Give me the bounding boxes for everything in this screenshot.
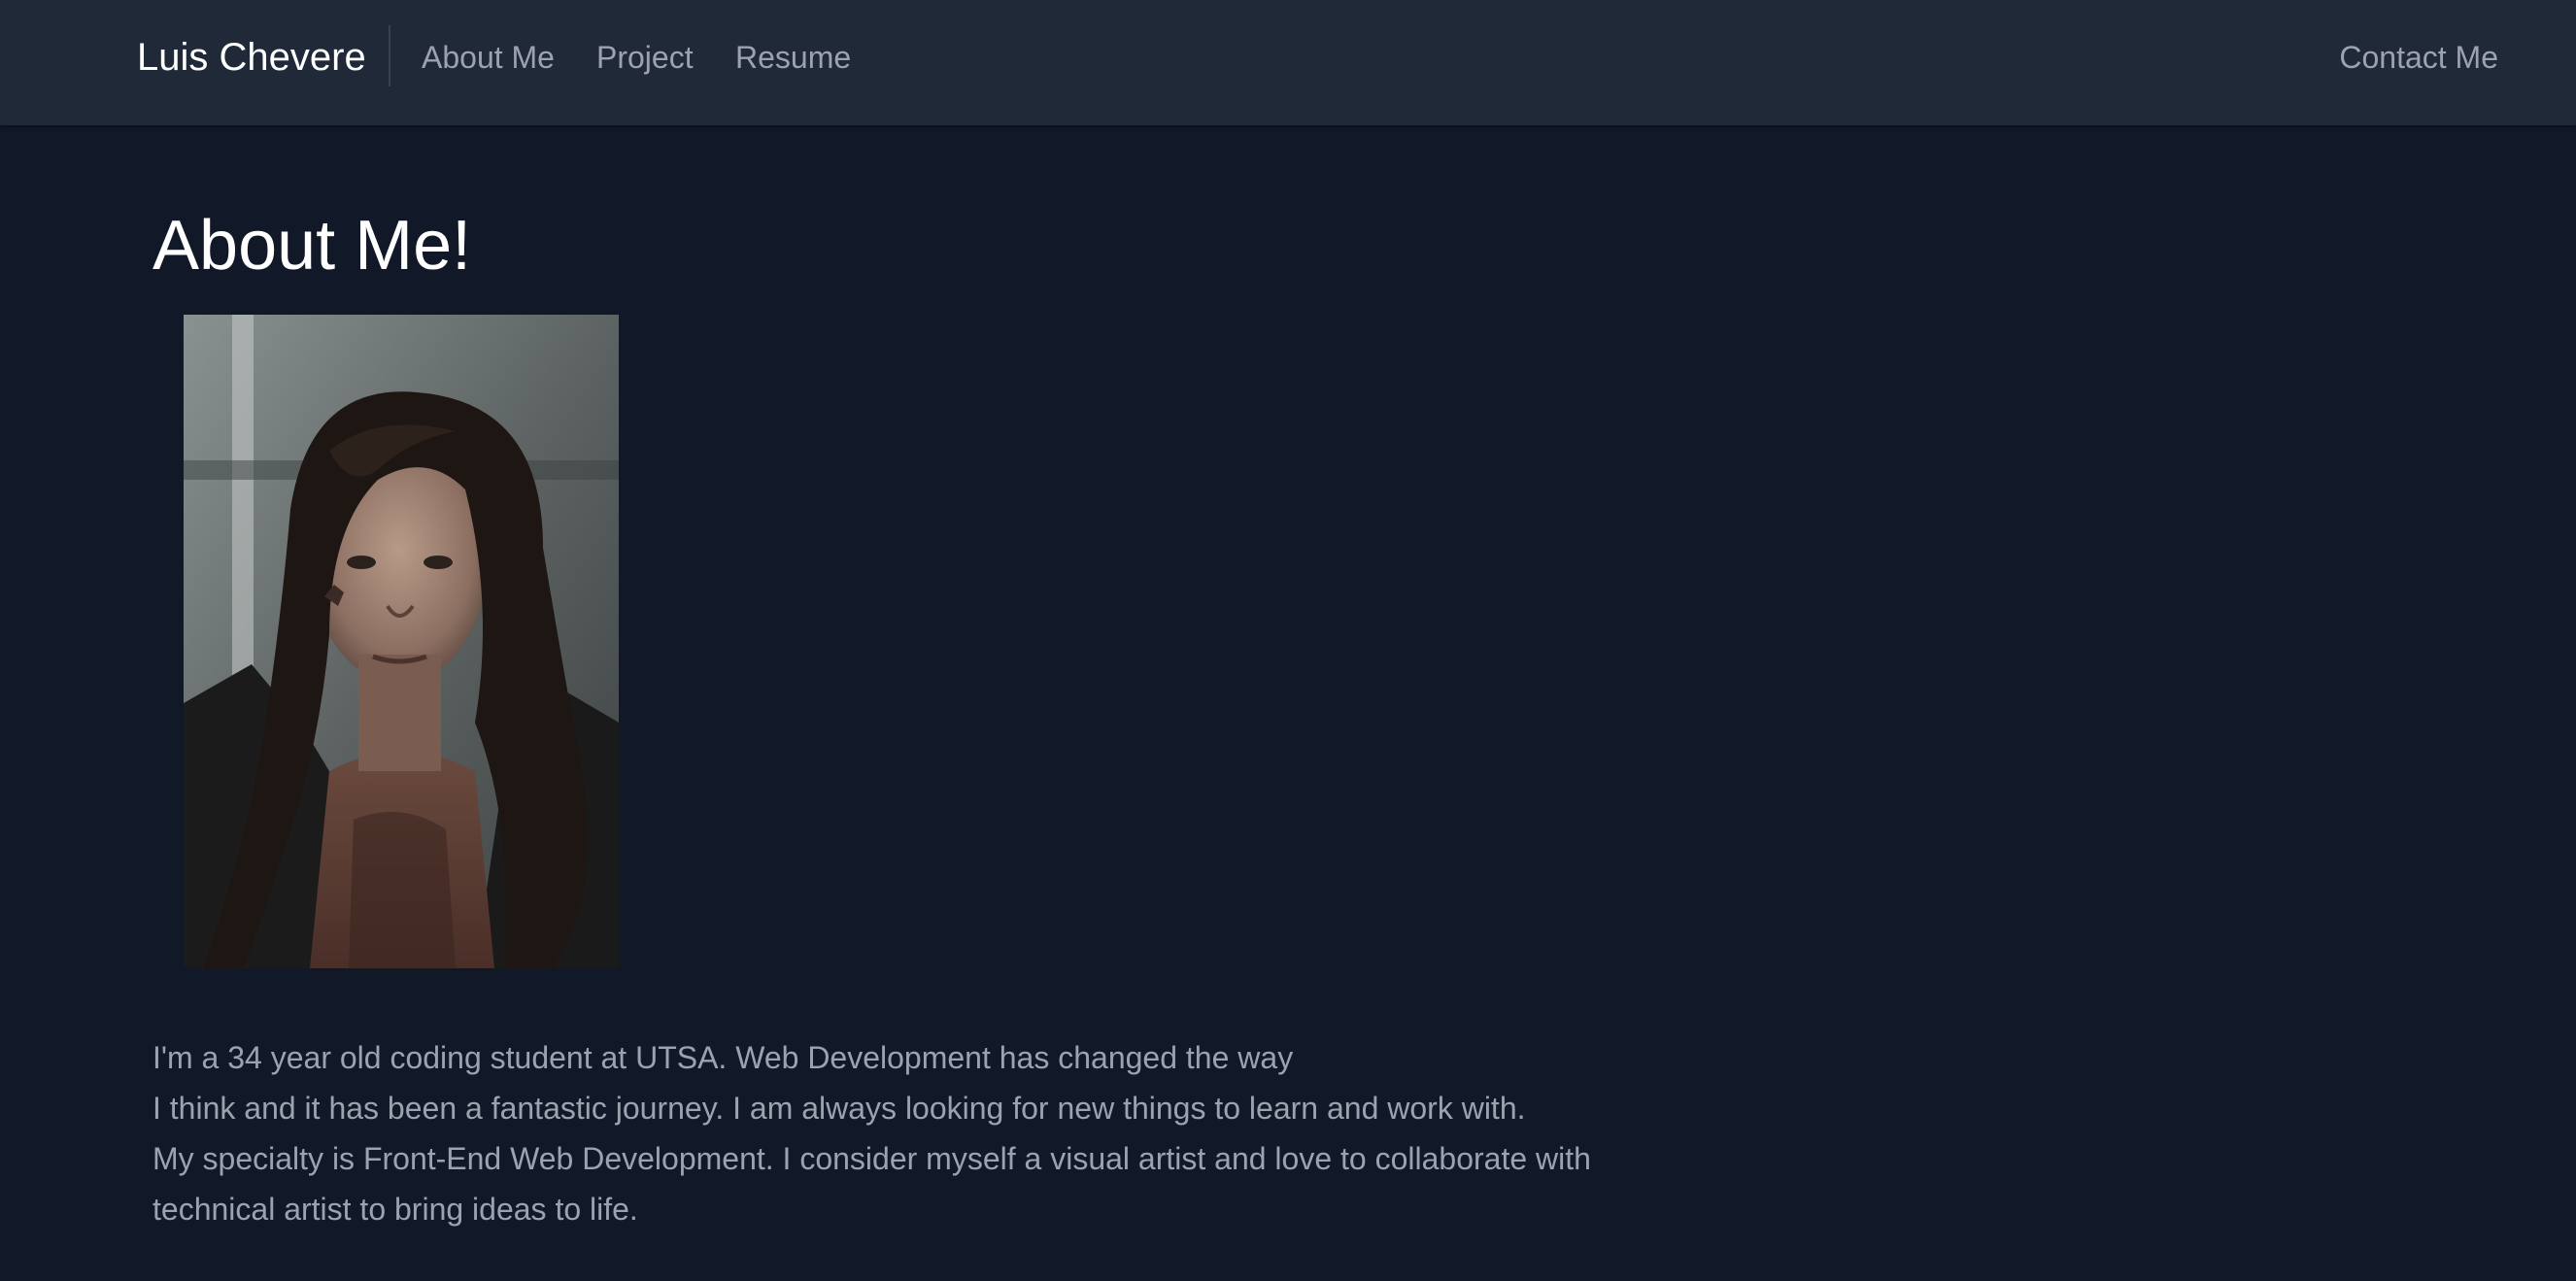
page-title: About Me! (153, 207, 472, 285)
bio-line: technical artist to bring ideas to life. (153, 1192, 638, 1227)
nav-link-about-me[interactable]: About Me (422, 37, 555, 78)
profile-photo (184, 315, 619, 968)
nav-link-project[interactable]: Project (596, 37, 694, 78)
nav-link-contact-me[interactable]: Contact Me (2339, 37, 2498, 78)
top-navbar: Luis Chevere About Me Project Resume Con… (0, 0, 2576, 125)
bio-line: My specialty is Front-End Web Developmen… (153, 1141, 1591, 1176)
brand-link[interactable]: Luis Chevere (137, 32, 366, 83)
bio-line: I'm a 34 year old coding student at UTSA… (153, 1040, 1294, 1075)
bio-line: I think and it has been a fantastic jour… (153, 1091, 1526, 1126)
nav-divider (389, 25, 390, 86)
nav-link-resume[interactable]: Resume (735, 37, 851, 78)
bio-paragraph: I'm a 34 year old coding student at UTSA… (153, 1032, 1901, 1234)
